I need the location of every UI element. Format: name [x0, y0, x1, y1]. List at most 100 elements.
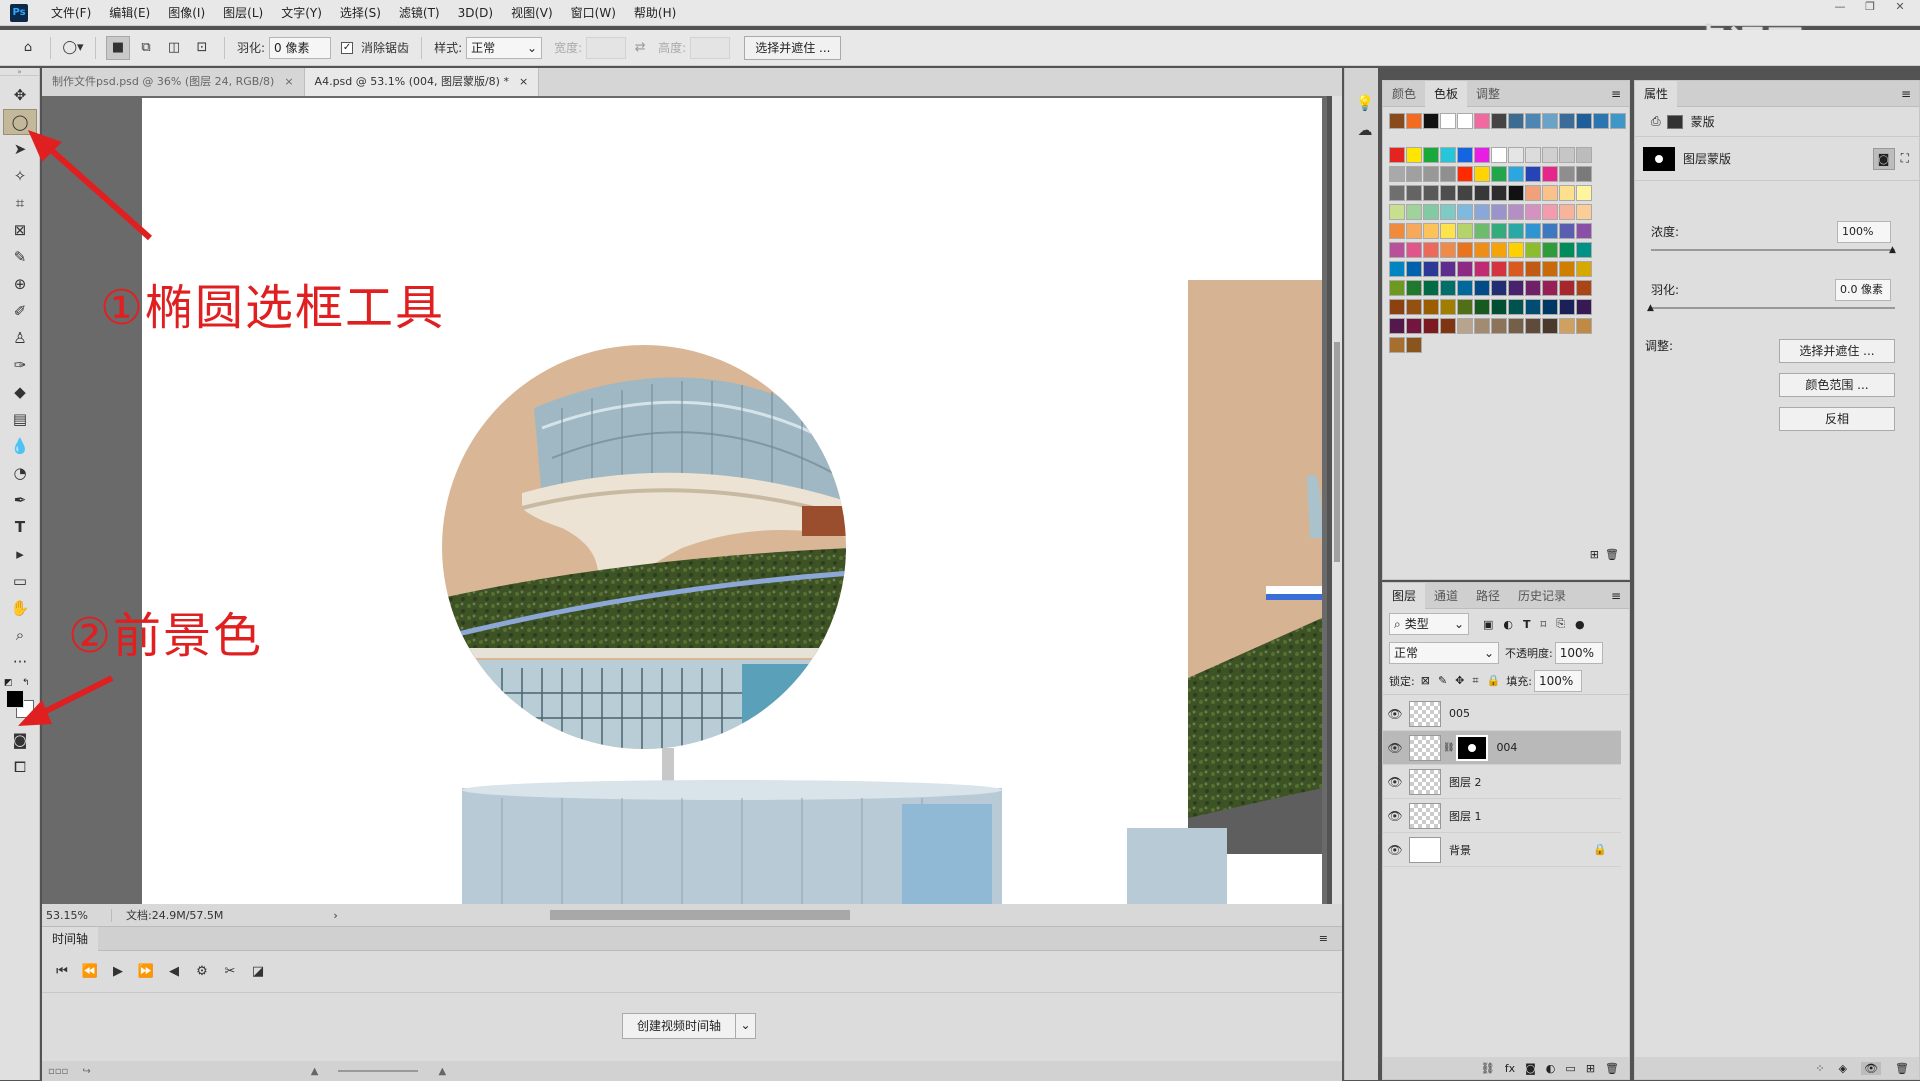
filter-smart-object-icon[interactable]: ⎘	[1556, 617, 1565, 631]
lock-artboard-icon[interactable]: ⌗	[1472, 674, 1478, 688]
swatch[interactable]	[1542, 299, 1558, 315]
swatch[interactable]	[1406, 204, 1422, 220]
swatch[interactable]	[1389, 223, 1405, 239]
swatch[interactable]	[1576, 185, 1592, 201]
create-video-timeline-button[interactable]: 创建视频时间轴	[622, 1013, 737, 1039]
menu-edit[interactable]: 编辑(E)	[100, 0, 159, 26]
swatch[interactable]	[1457, 223, 1473, 239]
learn-icon[interactable]: 💡	[1348, 90, 1382, 116]
blend-mode-select[interactable]: 正常 ⌄	[1389, 642, 1499, 664]
lock-transparency-icon[interactable]: ⊠	[1421, 674, 1430, 687]
swatch[interactable]	[1389, 185, 1405, 201]
swatch[interactable]	[1457, 166, 1473, 182]
swatch[interactable]	[1559, 242, 1575, 258]
tab-adjustments[interactable]: 调整	[1467, 81, 1509, 107]
swatch[interactable]	[1406, 147, 1422, 163]
intersect-selection-icon[interactable]: ⊡	[190, 36, 214, 60]
swatch[interactable]	[1576, 299, 1592, 315]
swatch[interactable]	[1559, 280, 1575, 296]
minimize-icon[interactable]: —	[1826, 0, 1854, 14]
swatch[interactable]	[1474, 185, 1490, 201]
swatch[interactable]	[1406, 223, 1422, 239]
zoom-slider[interactable]	[338, 1070, 419, 1072]
swatch[interactable]	[1440, 185, 1456, 201]
filter-shape-icon[interactable]: ⌑	[1541, 618, 1547, 631]
swatch[interactable]	[1389, 204, 1405, 220]
swatch[interactable]	[1576, 280, 1592, 296]
swatch[interactable]	[1576, 242, 1592, 258]
swatch[interactable]	[1457, 299, 1473, 315]
layer-row[interactable]: 👁 005	[1383, 697, 1621, 731]
tab-document-1[interactable]: 制作文件psd.psd @ 36% (图层 24, RGB/8) ×	[42, 68, 305, 96]
zoom-out-icon[interactable]: ▲	[311, 1066, 319, 1077]
swatch[interactable]	[1525, 280, 1541, 296]
link-layers-icon[interactable]: ⛓	[1481, 1062, 1495, 1075]
swatch[interactable]	[1457, 204, 1473, 220]
swap-icon[interactable]: ⇄	[628, 36, 652, 60]
swatch[interactable]	[1440, 280, 1456, 296]
swatch[interactable]	[1389, 242, 1405, 258]
swatch[interactable]	[1423, 318, 1439, 334]
height-input[interactable]	[690, 36, 731, 59]
eye-icon[interactable]: 👁	[1383, 741, 1407, 755]
panel-menu-icon[interactable]: ≡	[1319, 932, 1328, 945]
invert-button[interactable]: 反相	[1779, 407, 1895, 431]
swatch[interactable]	[1423, 242, 1439, 258]
swatch[interactable]	[1406, 113, 1422, 129]
density-slider[interactable]	[1651, 249, 1895, 251]
swatch[interactable]	[1440, 166, 1456, 182]
swatch[interactable]	[1440, 261, 1456, 277]
swatch[interactable]	[1542, 318, 1558, 334]
chevron-down-icon[interactable]: ⌄	[736, 1013, 757, 1039]
select-and-mask-button[interactable]: 选择并遮住 ...	[1779, 339, 1895, 363]
swatch[interactable]	[1559, 166, 1575, 182]
swatch[interactable]	[1576, 223, 1592, 239]
swatch[interactable]	[1491, 261, 1507, 277]
next-frame-icon[interactable]: ⏩	[134, 960, 158, 984]
swatch[interactable]	[1491, 280, 1507, 296]
swatch[interactable]	[1508, 147, 1524, 163]
visibility-icon[interactable]: 👁	[1861, 1061, 1882, 1075]
slider-handle-icon[interactable]: ▲	[1889, 245, 1896, 255]
settings-icon[interactable]: ⚙	[190, 960, 214, 984]
zoom-level[interactable]: 53.15%	[42, 908, 112, 922]
tab-channels[interactable]: 通道	[1425, 583, 1467, 609]
audio-icon[interactable]: ◀	[162, 960, 186, 984]
close-tab-icon[interactable]: ×	[284, 68, 293, 96]
vertical-scrollbar-thumb[interactable]	[1334, 342, 1340, 562]
swatch[interactable]	[1525, 113, 1541, 129]
swatch[interactable]	[1559, 299, 1575, 315]
filter-pixel-icon[interactable]: ▣	[1483, 618, 1493, 631]
swatch[interactable]	[1474, 280, 1490, 296]
tab-properties[interactable]: 属性	[1635, 80, 1678, 107]
swatch[interactable]	[1491, 223, 1507, 239]
select-pixel-mask-icon[interactable]: ◙	[1872, 147, 1895, 170]
document-canvas[interactable]	[142, 98, 1322, 904]
slider-handle-icon[interactable]: ▲	[1647, 303, 1654, 313]
swatch[interactable]	[1406, 299, 1422, 315]
play-icon[interactable]: ▶	[106, 960, 130, 984]
swatch[interactable]	[1389, 113, 1405, 129]
chevron-right-icon[interactable]: ›	[333, 909, 337, 922]
width-input[interactable]	[586, 36, 627, 59]
antialias-checkbox[interactable]: ✓	[341, 41, 354, 54]
horizontal-scrollbar-thumb[interactable]	[550, 910, 850, 920]
swatch[interactable]	[1440, 147, 1456, 163]
swatch[interactable]	[1491, 185, 1507, 201]
swatch[interactable]	[1457, 185, 1473, 201]
menu-layer[interactable]: 图层(L)	[214, 0, 272, 26]
swatch[interactable]	[1542, 166, 1558, 182]
swatch[interactable]	[1457, 147, 1473, 163]
swatch[interactable]	[1559, 318, 1575, 334]
swatch[interactable]	[1508, 113, 1524, 129]
move-tool-icon[interactable]: ✥	[3, 82, 37, 108]
swatch[interactable]	[1474, 223, 1490, 239]
panel-menu-icon[interactable]: ≡	[1901, 87, 1911, 101]
swatch[interactable]	[1389, 147, 1405, 163]
swatch[interactable]	[1474, 261, 1490, 277]
eye-icon[interactable]: 👁	[1383, 707, 1407, 721]
layer-row[interactable]: 👁 ⛓ 004	[1383, 731, 1621, 765]
swatch[interactable]	[1542, 113, 1558, 129]
select-and-mask-button[interactable]: 选择并遮住 ...	[744, 35, 842, 60]
feather-input[interactable]: 0 像素	[269, 36, 332, 59]
